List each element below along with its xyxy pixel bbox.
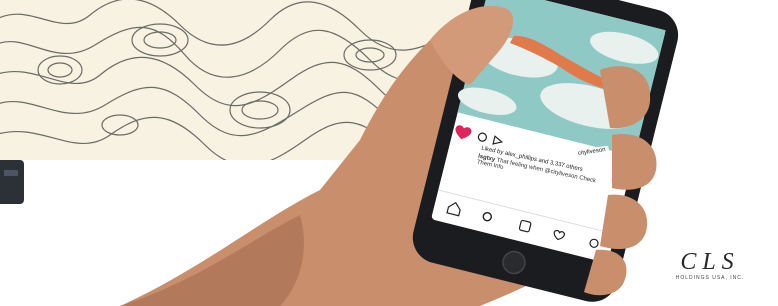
logo-mark: CLS xyxy=(680,249,740,275)
logo-subtitle: HOLDINGS USA, INC. xyxy=(675,275,745,281)
cls-logo: CLS HOLDINGS USA, INC. xyxy=(668,250,752,281)
hand-holding-phone xyxy=(120,0,679,306)
promo-image: cityliveson Liked by alex_phillips and 3… xyxy=(0,0,778,306)
